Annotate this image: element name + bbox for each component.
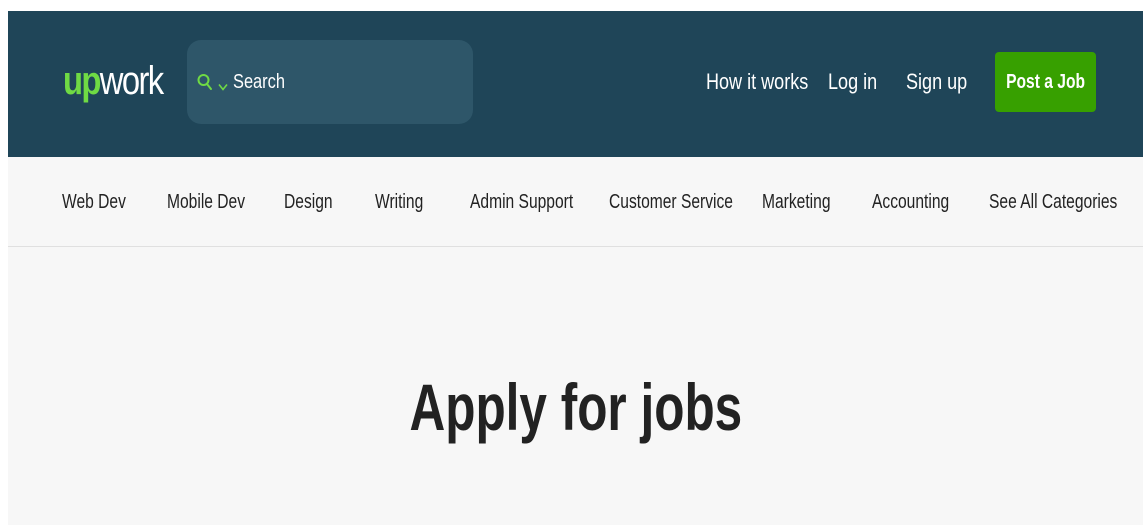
category-web-dev[interactable]: Web Dev <box>62 191 126 214</box>
page-frame: upwork Search How it works Log in Sign u… <box>8 11 1143 525</box>
category-marketing[interactable]: Marketing <box>762 191 830 214</box>
post-a-job-button[interactable]: Post a Job <box>995 52 1096 112</box>
category-design[interactable]: Design <box>284 191 333 214</box>
category-writing[interactable]: Writing <box>375 191 423 214</box>
post-a-job-label: Post a Job <box>1006 70 1085 93</box>
category-admin-support[interactable]: Admin Support <box>470 191 573 214</box>
top-header: upwork Search How it works Log in Sign u… <box>8 11 1143 157</box>
category-see-all[interactable]: See All Categories <box>989 191 1117 214</box>
search-label: Search <box>233 70 285 93</box>
category-accounting[interactable]: Accounting <box>872 191 949 214</box>
category-customer-service[interactable]: Customer Service <box>609 191 733 214</box>
logo-part-work: work <box>99 59 164 103</box>
chevron-down-icon[interactable] <box>218 78 228 91</box>
search-icon[interactable] <box>197 73 213 91</box>
logo-part-up: up <box>63 59 101 103</box>
category-nav: Web Dev Mobile Dev Design Writing Admin … <box>8 157 1143 247</box>
page-title: Apply for jobs <box>8 367 1143 447</box>
nav-how-it-works[interactable]: How it works <box>706 69 808 95</box>
search-field[interactable]: Search <box>187 40 473 124</box>
nav-log-in[interactable]: Log in <box>828 69 877 95</box>
category-mobile-dev[interactable]: Mobile Dev <box>167 191 245 214</box>
upwork-logo[interactable]: upwork <box>63 59 164 103</box>
page-title-text: Apply for jobs <box>409 370 742 444</box>
nav-sign-up[interactable]: Sign up <box>906 69 967 95</box>
